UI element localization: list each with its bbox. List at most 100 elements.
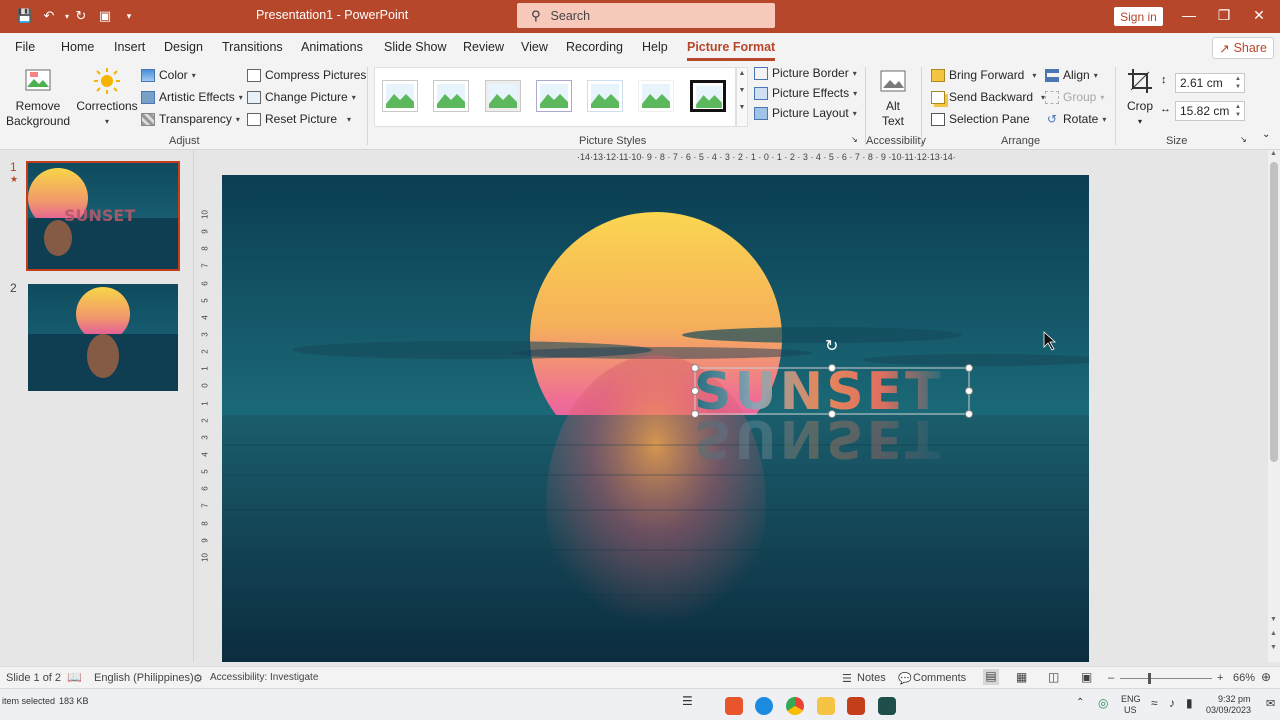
present-icon[interactable]: ▣ bbox=[96, 7, 114, 25]
brave-icon[interactable] bbox=[725, 697, 743, 715]
zoom-slider[interactable] bbox=[1120, 678, 1212, 679]
tab-slide-show[interactable]: Slide Show bbox=[384, 40, 447, 54]
picture-style-7[interactable] bbox=[690, 80, 726, 112]
slide-thumbnail-1[interactable]: SUNSET bbox=[26, 161, 180, 271]
clock-date[interactable]: 03/09/2023 bbox=[1206, 705, 1251, 715]
rotate-button[interactable]: ↺ Rotate ▾ bbox=[1045, 112, 1106, 126]
vertical-scrollbar[interactable]: ▲ ▼ ▲ ▼ bbox=[1268, 150, 1280, 662]
bring-forward-button[interactable]: Bring Forward ▾ bbox=[931, 68, 1036, 82]
picture-border-button[interactable]: Picture Border ▾ bbox=[754, 66, 857, 80]
gallery-scroll[interactable]: ▲ ▼ ▼ bbox=[736, 67, 748, 127]
picture-style-5[interactable] bbox=[587, 80, 623, 112]
dialog-launcher-icon[interactable]: ↘ bbox=[851, 135, 858, 144]
previous-slide-icon[interactable]: ▲ bbox=[1270, 630, 1277, 637]
send-backward-button[interactable]: Send Backward ▾ bbox=[931, 90, 1045, 104]
clock-time[interactable]: 9:32 pm bbox=[1218, 694, 1251, 704]
app-icon[interactable] bbox=[878, 697, 896, 715]
sunset-picture[interactable]: SUNSET SUNSET ↻ bbox=[222, 175, 1089, 662]
scrollbar-thumb[interactable] bbox=[1270, 162, 1278, 462]
width-stepper-icon[interactable]: ▲ ▼ bbox=[1235, 103, 1241, 119]
artistic-effects-button[interactable]: Artistic Effects ▾ bbox=[141, 90, 243, 104]
tab-animations[interactable]: Animations bbox=[301, 40, 363, 54]
spelling-icon[interactable]: 📖 bbox=[67, 670, 82, 684]
tab-review[interactable]: Review bbox=[463, 40, 504, 54]
height-field[interactable]: 2.61 cm ▲ ▼ bbox=[1175, 73, 1245, 93]
language-indicator-1[interactable]: ENG bbox=[1121, 694, 1141, 704]
undo-icon[interactable]: ↶ bbox=[40, 7, 58, 25]
tab-transitions[interactable]: Transitions bbox=[222, 40, 283, 54]
comments-icon[interactable]: 💬 bbox=[898, 672, 912, 685]
file-explorer-icon[interactable] bbox=[817, 697, 835, 715]
chevron-up-icon[interactable]: ⌃ bbox=[1076, 697, 1084, 708]
zoom-in-icon[interactable]: + bbox=[1217, 672, 1223, 684]
slide-canvas[interactable]: SUNSET SUNSET ↻ bbox=[222, 175, 1089, 662]
slide-sorter-icon[interactable]: ▦ bbox=[1016, 670, 1027, 684]
comments-button[interactable]: Comments bbox=[913, 672, 966, 684]
tab-help[interactable]: Help bbox=[642, 40, 668, 54]
edge-icon[interactable] bbox=[755, 697, 773, 715]
redo-icon[interactable]: ↻ bbox=[72, 7, 90, 25]
sign-in-button[interactable]: Sign in bbox=[1114, 7, 1163, 26]
corrections-button[interactable]: Corrections ▾ bbox=[76, 67, 138, 129]
picture-style-2[interactable] bbox=[433, 80, 469, 112]
save-icon[interactable]: 💾 bbox=[16, 7, 34, 25]
restore-icon[interactable]: ❐ bbox=[1214, 7, 1234, 24]
slide-thumbnail-2[interactable] bbox=[28, 284, 178, 391]
picture-style-6[interactable] bbox=[638, 80, 674, 112]
remove-background-button[interactable]: Remove Background bbox=[6, 67, 70, 129]
tab-file[interactable]: File bbox=[15, 40, 35, 54]
slide-show-icon[interactable]: ▣ bbox=[1081, 670, 1092, 684]
chevron-down-icon[interactable]: ▼ bbox=[737, 87, 747, 94]
chrome-icon[interactable] bbox=[786, 697, 804, 715]
chevron-up-icon[interactable]: ▲ bbox=[1270, 150, 1277, 157]
zoom-out-icon[interactable]: – bbox=[1108, 672, 1114, 684]
tab-insert[interactable]: Insert bbox=[114, 40, 145, 54]
crop-button[interactable]: Crop ▾ bbox=[1122, 68, 1158, 129]
accessibility-status[interactable]: Accessibility: Investigate bbox=[210, 672, 318, 683]
powerpoint-icon[interactable] bbox=[847, 697, 865, 715]
list-view-icon[interactable]: ☰ bbox=[682, 694, 693, 708]
alt-text-button[interactable]: Alt Text bbox=[874, 68, 912, 129]
notes-button[interactable]: Notes bbox=[857, 672, 886, 684]
selection-pane-button[interactable]: Selection Pane bbox=[931, 112, 1030, 126]
reading-view-icon[interactable]: ◫ bbox=[1048, 670, 1059, 684]
width-field[interactable]: 15.82 cm ▲ ▼ bbox=[1175, 101, 1245, 121]
language-button[interactable]: English (Philippines) bbox=[94, 672, 194, 684]
minimize-icon[interactable]: — bbox=[1179, 7, 1199, 23]
reset-picture-button[interactable]: Reset Picture ▾ bbox=[247, 112, 351, 126]
change-picture-button[interactable]: Change Picture ▾ bbox=[247, 90, 356, 104]
search-box[interactable]: ⚲ Search bbox=[517, 3, 775, 28]
picture-layout-button[interactable]: Picture Layout ▾ bbox=[754, 106, 857, 120]
picture-style-4[interactable] bbox=[536, 80, 572, 112]
customize-toolbar-icon[interactable]: ▾ bbox=[120, 7, 138, 25]
tab-view[interactable]: View bbox=[521, 40, 548, 54]
microphone-icon[interactable]: ◎ bbox=[1098, 696, 1108, 710]
dialog-launcher-icon[interactable]: ↘ bbox=[1240, 135, 1247, 144]
share-button[interactable]: ↗ Share bbox=[1212, 37, 1274, 59]
tab-home[interactable]: Home bbox=[61, 40, 94, 54]
align-button[interactable]: Align ▾ bbox=[1045, 68, 1098, 82]
zoom-slider-thumb[interactable] bbox=[1148, 673, 1151, 684]
picture-style-3[interactable] bbox=[485, 80, 521, 112]
volume-icon[interactable]: ♪ bbox=[1169, 696, 1175, 710]
close-icon[interactable]: ✕ bbox=[1249, 7, 1269, 24]
normal-view-icon[interactable]: ▤ bbox=[983, 669, 999, 685]
group-button[interactable]: Group ▾ bbox=[1045, 90, 1104, 104]
picture-effects-button[interactable]: Picture Effects ▾ bbox=[754, 86, 857, 100]
language-indicator-2[interactable]: US bbox=[1124, 705, 1137, 715]
gallery-expand-icon[interactable]: ▼ bbox=[737, 104, 747, 111]
collapse-ribbon-icon[interactable]: ⌄ bbox=[1262, 129, 1270, 140]
next-slide-icon[interactable]: ▼ bbox=[1270, 644, 1277, 651]
compress-pictures-button[interactable]: Compress Pictures bbox=[247, 68, 366, 82]
fit-slide-icon[interactable]: ⊕ bbox=[1261, 670, 1271, 684]
transparency-button[interactable]: Transparency ▾ bbox=[141, 112, 240, 126]
picture-style-1[interactable] bbox=[382, 80, 418, 112]
tab-design[interactable]: Design bbox=[164, 40, 203, 54]
chevron-down-icon[interactable]: ▼ bbox=[1270, 616, 1277, 623]
tab-picture-format[interactable]: Picture Format bbox=[687, 40, 776, 61]
battery-icon[interactable]: ▮ bbox=[1186, 696, 1193, 710]
wifi-icon[interactable]: ≈ bbox=[1151, 696, 1158, 710]
zoom-level[interactable]: 66% bbox=[1233, 672, 1255, 684]
rotate-handle-icon[interactable]: ↻ bbox=[825, 336, 838, 355]
notification-icon[interactable]: ✉ bbox=[1266, 697, 1275, 710]
